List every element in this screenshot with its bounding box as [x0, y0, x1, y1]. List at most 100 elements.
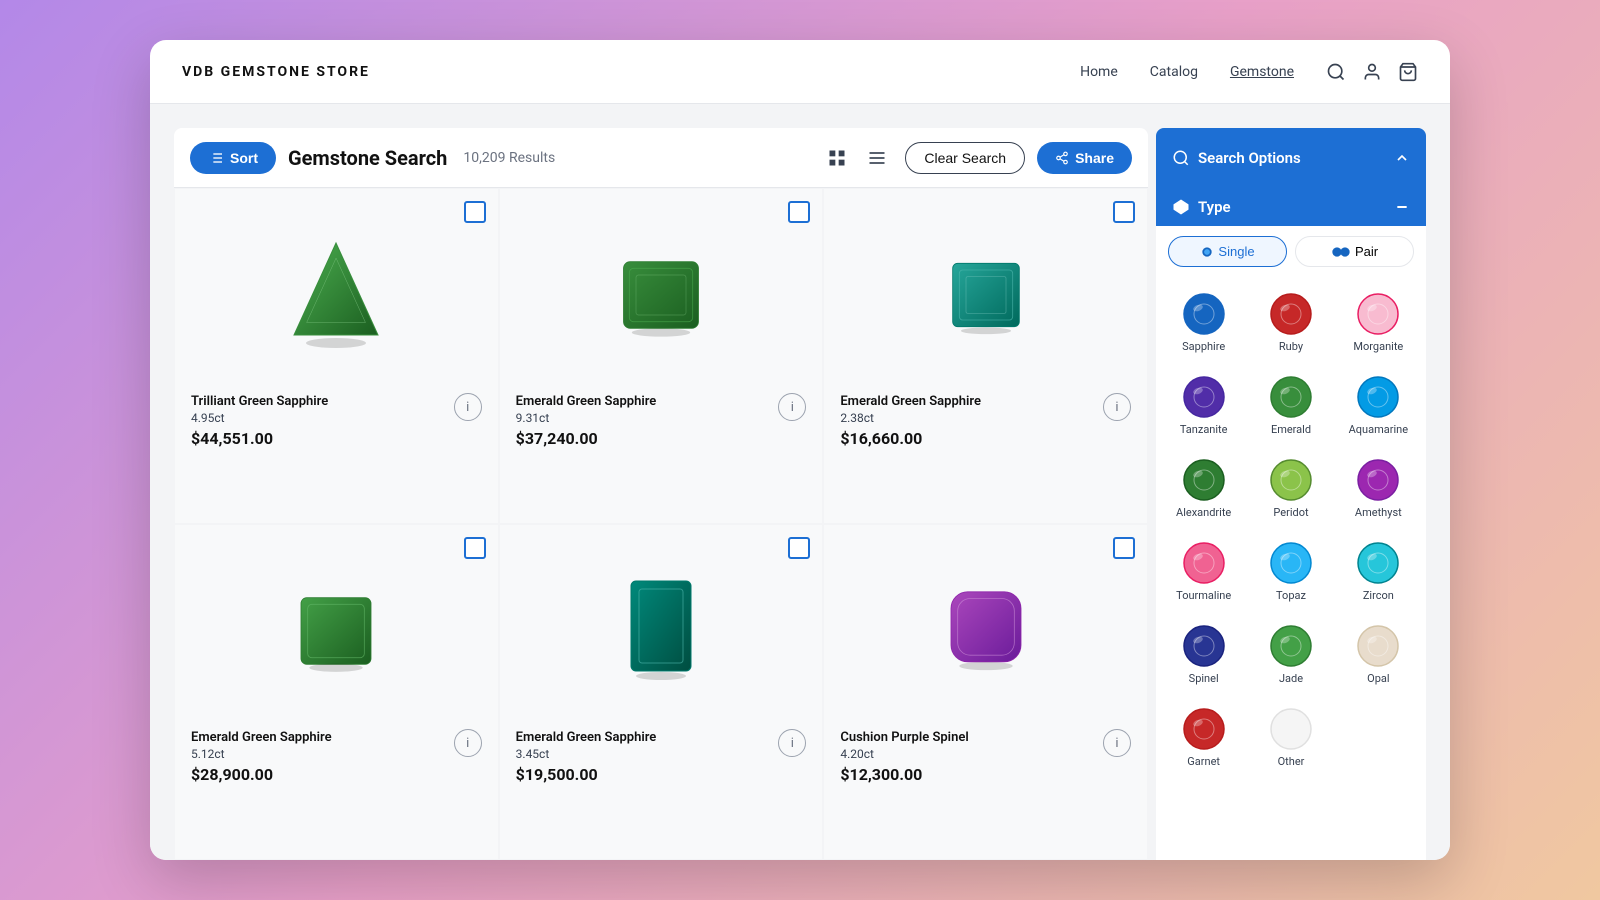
list-view-button[interactable] — [861, 142, 893, 174]
gem-type-item[interactable]: Opal — [1335, 613, 1422, 696]
info-button[interactable]: i — [778, 393, 806, 421]
product-carat: 5.12ct — [191, 747, 332, 761]
user-icon[interactable] — [1362, 62, 1382, 82]
gem-color-circle — [1182, 458, 1226, 502]
info-button[interactable]: i — [454, 393, 482, 421]
sort-button[interactable]: Sort — [190, 142, 276, 174]
gem-color-circle — [1269, 624, 1313, 668]
gem-circle — [1182, 458, 1226, 502]
share-button[interactable]: Share — [1037, 142, 1132, 174]
gem-type-icon — [1172, 198, 1190, 216]
info-button[interactable]: i — [1103, 393, 1131, 421]
product-card: Trilliant Green Sapphire 4.95ct i $44,55… — [175, 189, 498, 523]
gem-type-item[interactable]: Peridot — [1247, 447, 1334, 530]
product-carat: 4.95ct — [191, 411, 328, 425]
product-checkbox[interactable] — [788, 201, 810, 223]
gem-color-circle — [1182, 624, 1226, 668]
gem-type-item[interactable]: Ruby — [1247, 281, 1334, 364]
gem-name-label: Opal — [1367, 672, 1389, 685]
gem-circle — [1269, 707, 1313, 751]
gem-type-item[interactable]: Sapphire — [1160, 281, 1247, 364]
product-checkbox[interactable] — [788, 537, 810, 559]
gem-color-circle — [1356, 375, 1400, 419]
product-image — [840, 541, 1131, 721]
gem-color-circle — [1182, 375, 1226, 419]
cart-icon[interactable] — [1398, 62, 1418, 82]
gem-rect — [611, 571, 711, 691]
sort-icon — [208, 150, 224, 166]
gem-type-item[interactable]: Emerald — [1247, 364, 1334, 447]
product-checkbox[interactable] — [464, 537, 486, 559]
single-toggle[interactable]: Single — [1168, 236, 1287, 267]
clear-search-button[interactable]: Clear Search — [905, 142, 1025, 174]
gem-type-item[interactable]: Spinel — [1160, 613, 1247, 696]
minus-icon[interactable] — [1394, 199, 1410, 215]
product-carat: 4.20ct — [840, 747, 968, 761]
gem-type-item[interactable]: Jade — [1247, 613, 1334, 696]
gem-type-item[interactable]: Tanzanite — [1160, 364, 1247, 447]
product-image — [191, 205, 482, 385]
gem-name-label: Jade — [1279, 672, 1303, 685]
toolbar: Sort Gemstone Search 10,209 Results Clea… — [174, 128, 1148, 188]
gem-color-circle — [1269, 292, 1313, 336]
gem-name-label: Emerald — [1271, 423, 1311, 436]
product-image — [191, 541, 482, 721]
info-button[interactable]: i — [1103, 729, 1131, 757]
nav-link-catalog[interactable]: Catalog — [1150, 64, 1198, 80]
gem-type-item[interactable]: Other — [1247, 696, 1334, 779]
nav-link-gemstone[interactable]: Gemstone — [1230, 64, 1294, 80]
gem-name-label: Tourmaline — [1176, 589, 1231, 602]
main-content: Sort Gemstone Search 10,209 Results Clea… — [150, 104, 1450, 860]
product-checkbox[interactable] — [464, 201, 486, 223]
gem-type-item[interactable]: Alexandrite — [1160, 447, 1247, 530]
product-card: Emerald Green Sapphire 5.12ct i $28,900.… — [175, 525, 498, 859]
product-checkbox[interactable] — [1113, 201, 1135, 223]
search-options-icon — [1172, 149, 1190, 167]
gem-emerald3 — [286, 571, 386, 691]
gem-emerald — [611, 235, 711, 355]
result-count: 10,209 Results — [463, 150, 555, 166]
gem-type-item[interactable]: Amethyst — [1335, 447, 1422, 530]
product-price: $37,240.00 — [516, 429, 807, 448]
gem-type-item[interactable]: Topaz — [1247, 530, 1334, 613]
gem-type-grid: Sapphire Ruby Morganite Tanzanite — [1156, 277, 1426, 783]
product-card: Emerald Green Sapphire 2.38ct i $16,660.… — [824, 189, 1147, 523]
product-name: Emerald Green Sapphire — [191, 729, 332, 747]
info-button[interactable]: i — [454, 729, 482, 757]
gem-type-item[interactable]: Zircon — [1335, 530, 1422, 613]
gem-emerald2 — [936, 235, 1036, 355]
gem-name-label: Spinel — [1189, 672, 1219, 685]
gem-type-item[interactable]: Morganite — [1335, 281, 1422, 364]
pair-label: Pair — [1355, 244, 1378, 259]
product-image — [516, 541, 807, 721]
product-checkbox[interactable] — [1113, 537, 1135, 559]
search-icon[interactable] — [1326, 62, 1346, 82]
grid-view-button[interactable] — [821, 142, 853, 174]
gem-color-circle — [1269, 541, 1313, 585]
product-name: Emerald Green Sapphire — [840, 393, 981, 411]
gem-name-label: Tanzanite — [1180, 423, 1228, 436]
gem-name-label: Morganite — [1353, 340, 1403, 353]
gem-name-label: Zircon — [1363, 589, 1394, 602]
product-info: Emerald Green Sapphire 9.31ct i — [516, 393, 807, 425]
info-button[interactable]: i — [778, 729, 806, 757]
gem-type-item[interactable]: Aquamarine — [1335, 364, 1422, 447]
product-info: Cushion Purple Spinel 4.20ct i — [840, 729, 1131, 761]
product-info: Trilliant Green Sapphire 4.95ct i — [191, 393, 482, 425]
pair-toggle[interactable]: Pair — [1295, 236, 1414, 267]
gem-type-item[interactable]: Tourmaline — [1160, 530, 1247, 613]
search-options-header[interactable]: Search Options — [1156, 128, 1426, 188]
gem-name-label: Aquamarine — [1349, 423, 1408, 436]
gem-circle — [1182, 375, 1226, 419]
nav-link-home[interactable]: Home — [1080, 64, 1118, 80]
gem-color-circle — [1356, 292, 1400, 336]
filter-panel: Type Single — [1156, 188, 1426, 860]
grid-icon — [827, 148, 847, 168]
product-price: $28,900.00 — [191, 765, 482, 784]
view-toggle — [821, 142, 893, 174]
gem-type-item[interactable]: Garnet — [1160, 696, 1247, 779]
product-card: Emerald Green Sapphire 9.31ct i $37,240.… — [500, 189, 823, 523]
gem-circle — [1356, 292, 1400, 336]
gem-color-circle — [1269, 375, 1313, 419]
nav-logo: VDB GEMSTONE STORE — [182, 64, 370, 80]
